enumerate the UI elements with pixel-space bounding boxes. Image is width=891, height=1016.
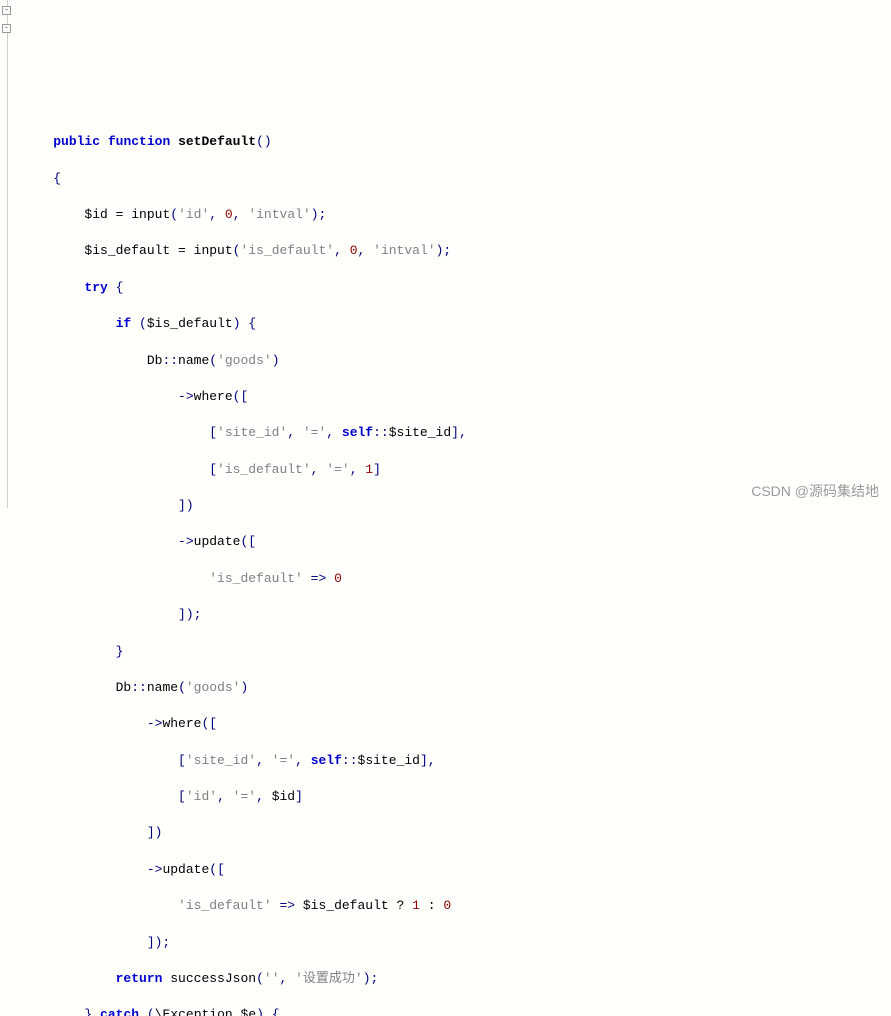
code-line: ->where([ — [22, 715, 891, 733]
code-line: Db::name('goods') — [22, 679, 891, 697]
code-line: if ($is_default) { — [22, 315, 891, 333]
code-line: 'is_default' => 0 — [22, 570, 891, 588]
code-line: ->update([ — [22, 861, 891, 879]
code-line: $id = input('id', 0, 'intval'); — [22, 206, 891, 224]
code-line: try { — [22, 279, 891, 297]
code-line: ->where([ — [22, 388, 891, 406]
code-line: { — [22, 170, 891, 188]
code-line: 'is_default' => $is_default ? 1 : 0 — [22, 897, 891, 915]
code-line: ['site_id', '=', self::$site_id], — [22, 424, 891, 442]
code-line: ['is_default', '=', 1] — [22, 461, 891, 479]
code-line: ]) — [22, 824, 891, 842]
code-line: ['site_id', '=', self::$site_id], — [22, 752, 891, 770]
code-editor[interactable]: public function setDefault() { $id = inp… — [22, 115, 891, 1016]
code-line: ]); — [22, 934, 891, 952]
editor-gutter: - - — [0, 0, 8, 508]
code-line: } catch (\Exception $e) { — [22, 1006, 891, 1016]
fold-marker-icon[interactable]: - — [2, 24, 11, 33]
fold-marker-icon[interactable]: - — [2, 6, 11, 15]
code-line: public function setDefault() — [22, 133, 891, 151]
code-line: ['id', '=', $id] — [22, 788, 891, 806]
code-line: ]); — [22, 606, 891, 624]
watermark-text: CSDN @源码集结地 — [751, 482, 879, 502]
code-line: ->update([ — [22, 533, 891, 551]
code-line: } — [22, 643, 891, 661]
code-line: $is_default = input('is_default', 0, 'in… — [22, 242, 891, 260]
code-line: Db::name('goods') — [22, 352, 891, 370]
code-line: return successJson('', '设置成功'); — [22, 970, 891, 988]
